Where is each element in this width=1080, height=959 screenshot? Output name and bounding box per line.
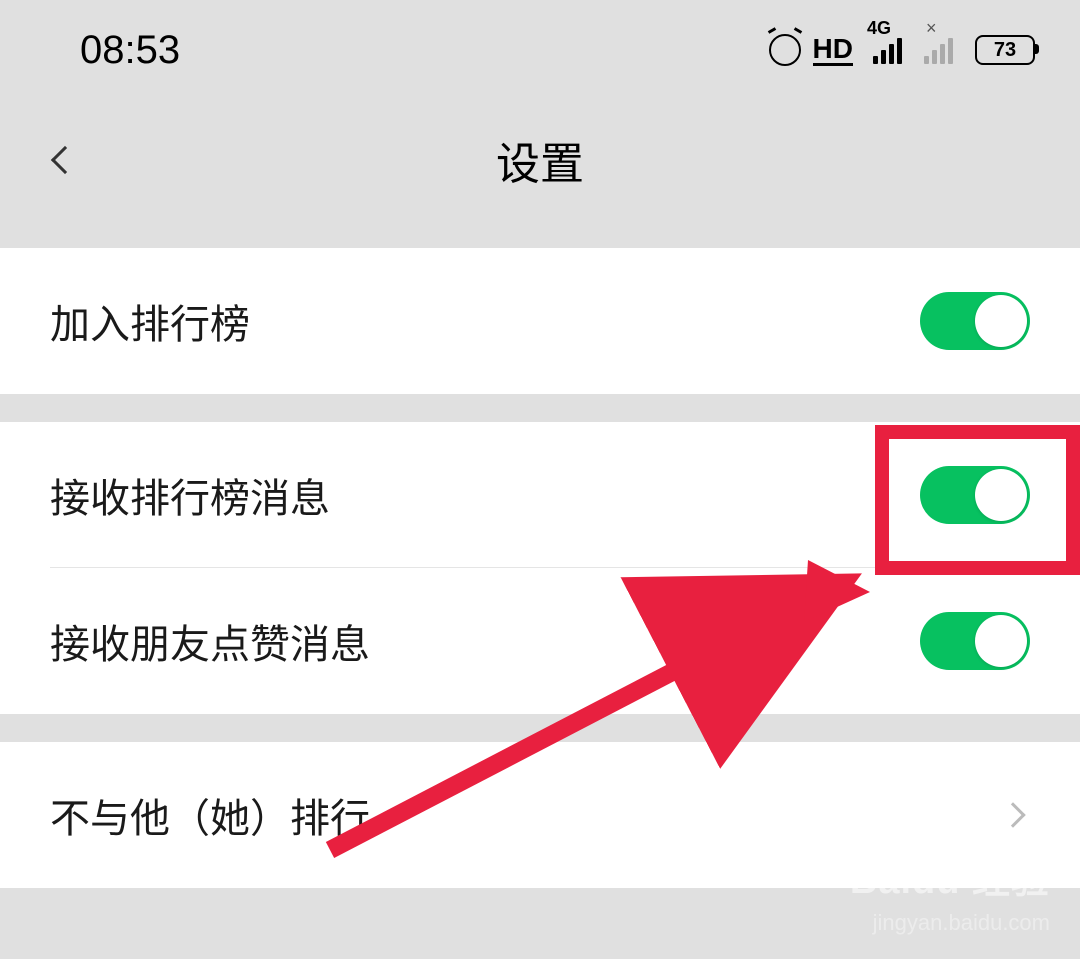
receive-leaderboard-msg-row[interactable]: 接收排行榜消息 (0, 422, 1080, 568)
receive-likes-msg-row[interactable]: 接收朋友点赞消息 (0, 568, 1080, 714)
watermark: Baidu 经验 jingyan.baidu.com (850, 855, 1050, 939)
chevron-left-icon (51, 146, 79, 174)
battery-icon: 73 (975, 35, 1035, 65)
status-bar: 08:53 HD 4G × 73 (0, 0, 1080, 100)
status-icons: HD 4G × 73 (769, 34, 1035, 66)
chevron-right-icon (1000, 802, 1025, 827)
navigation-bar: 设置 (0, 100, 1080, 220)
receive-likes-msg-toggle[interactable] (920, 612, 1030, 670)
join-leaderboard-row[interactable]: 加入排行榜 (0, 248, 1080, 394)
join-leaderboard-toggle[interactable] (920, 292, 1030, 350)
setting-label: 加入排行榜 (50, 292, 250, 350)
setting-label: 接收排行榜消息 (50, 466, 330, 524)
setting-label: 接收朋友点赞消息 (50, 612, 370, 670)
page-title: 设置 (0, 128, 1080, 192)
settings-list: 加入排行榜 接收排行榜消息 接收朋友点赞消息 不与他（她）排行 (0, 220, 1080, 948)
alarm-icon (769, 34, 801, 66)
receive-leaderboard-msg-toggle[interactable] (920, 466, 1030, 524)
setting-label: 不与他（她）排行 (50, 786, 370, 844)
hd-indicator: HD (813, 35, 853, 66)
signal-4g-icon: 4G (873, 36, 902, 64)
back-button[interactable] (40, 135, 90, 185)
status-time: 08:53 (80, 28, 180, 73)
signal-secondary-icon: × (924, 36, 953, 64)
